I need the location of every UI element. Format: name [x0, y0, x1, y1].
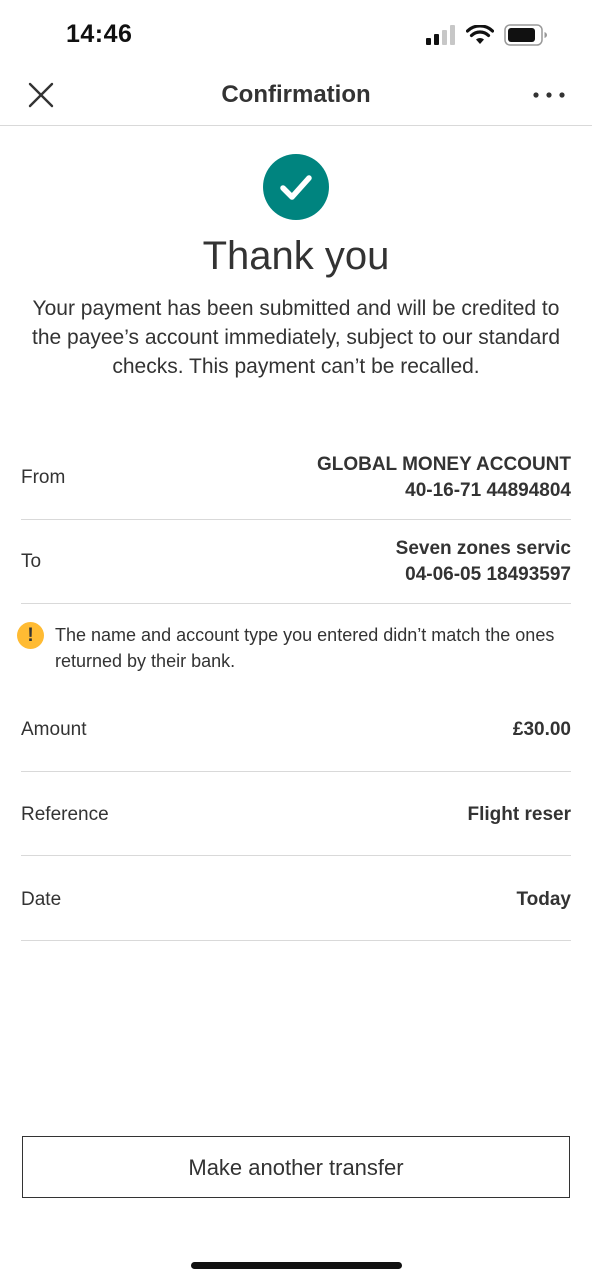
status-bar: 14:46: [0, 0, 592, 70]
make-another-transfer-button[interactable]: Make another transfer: [22, 1136, 570, 1198]
amount-value: £30.00: [512, 719, 571, 740]
reference-label: Reference: [21, 804, 109, 825]
battery-icon: [504, 24, 547, 46]
amount-row: Amount £30.00: [21, 688, 571, 772]
page-title: Confirmation: [221, 81, 371, 108]
date-row: Date Today: [21, 856, 571, 941]
confirmation-message: Your payment has been submitted and will…: [31, 297, 561, 378]
reference-value: Flight reser: [467, 804, 571, 825]
status-icons: [426, 24, 548, 46]
status-time: 14:46: [66, 20, 133, 48]
to-payee-name: Seven zones servic: [395, 538, 571, 559]
thank-you-heading: Thank you: [202, 234, 390, 278]
amount-label: Amount: [21, 719, 87, 740]
more-icon[interactable]: [532, 82, 566, 108]
to-row: To Seven zones servic 04-06-05 18493597: [21, 520, 571, 604]
warning-icon: !: [17, 622, 44, 649]
from-label: From: [21, 467, 66, 488]
home-indicator[interactable]: [191, 1262, 402, 1269]
date-label: Date: [21, 889, 62, 910]
signal-icon: [426, 25, 455, 45]
from-account-number: 40-16-71 44894804: [405, 480, 571, 501]
nav-bar: Confirmation: [0, 62, 592, 126]
reference-row: Reference Flight reser: [21, 772, 571, 856]
to-account-number: 04-06-05 18493597: [405, 564, 571, 585]
to-value: Seven zones servic 04-06-05 18493597: [396, 536, 571, 588]
check-circle-icon: [263, 154, 329, 220]
date-value: Today: [516, 889, 571, 910]
to-label: To: [21, 551, 42, 572]
name-mismatch-warning: ! The name and account type you entered …: [17, 620, 577, 680]
warning-text: The name and account type you entered di…: [55, 625, 555, 671]
from-row: From GLOBAL MONEY ACCOUNT 40-16-71 44894…: [21, 436, 571, 520]
wifi-icon: [466, 25, 494, 44]
from-account-name: GLOBAL MONEY ACCOUNT: [316, 454, 571, 475]
from-value: GLOBAL MONEY ACCOUNT 40-16-71 44894804: [317, 452, 571, 504]
